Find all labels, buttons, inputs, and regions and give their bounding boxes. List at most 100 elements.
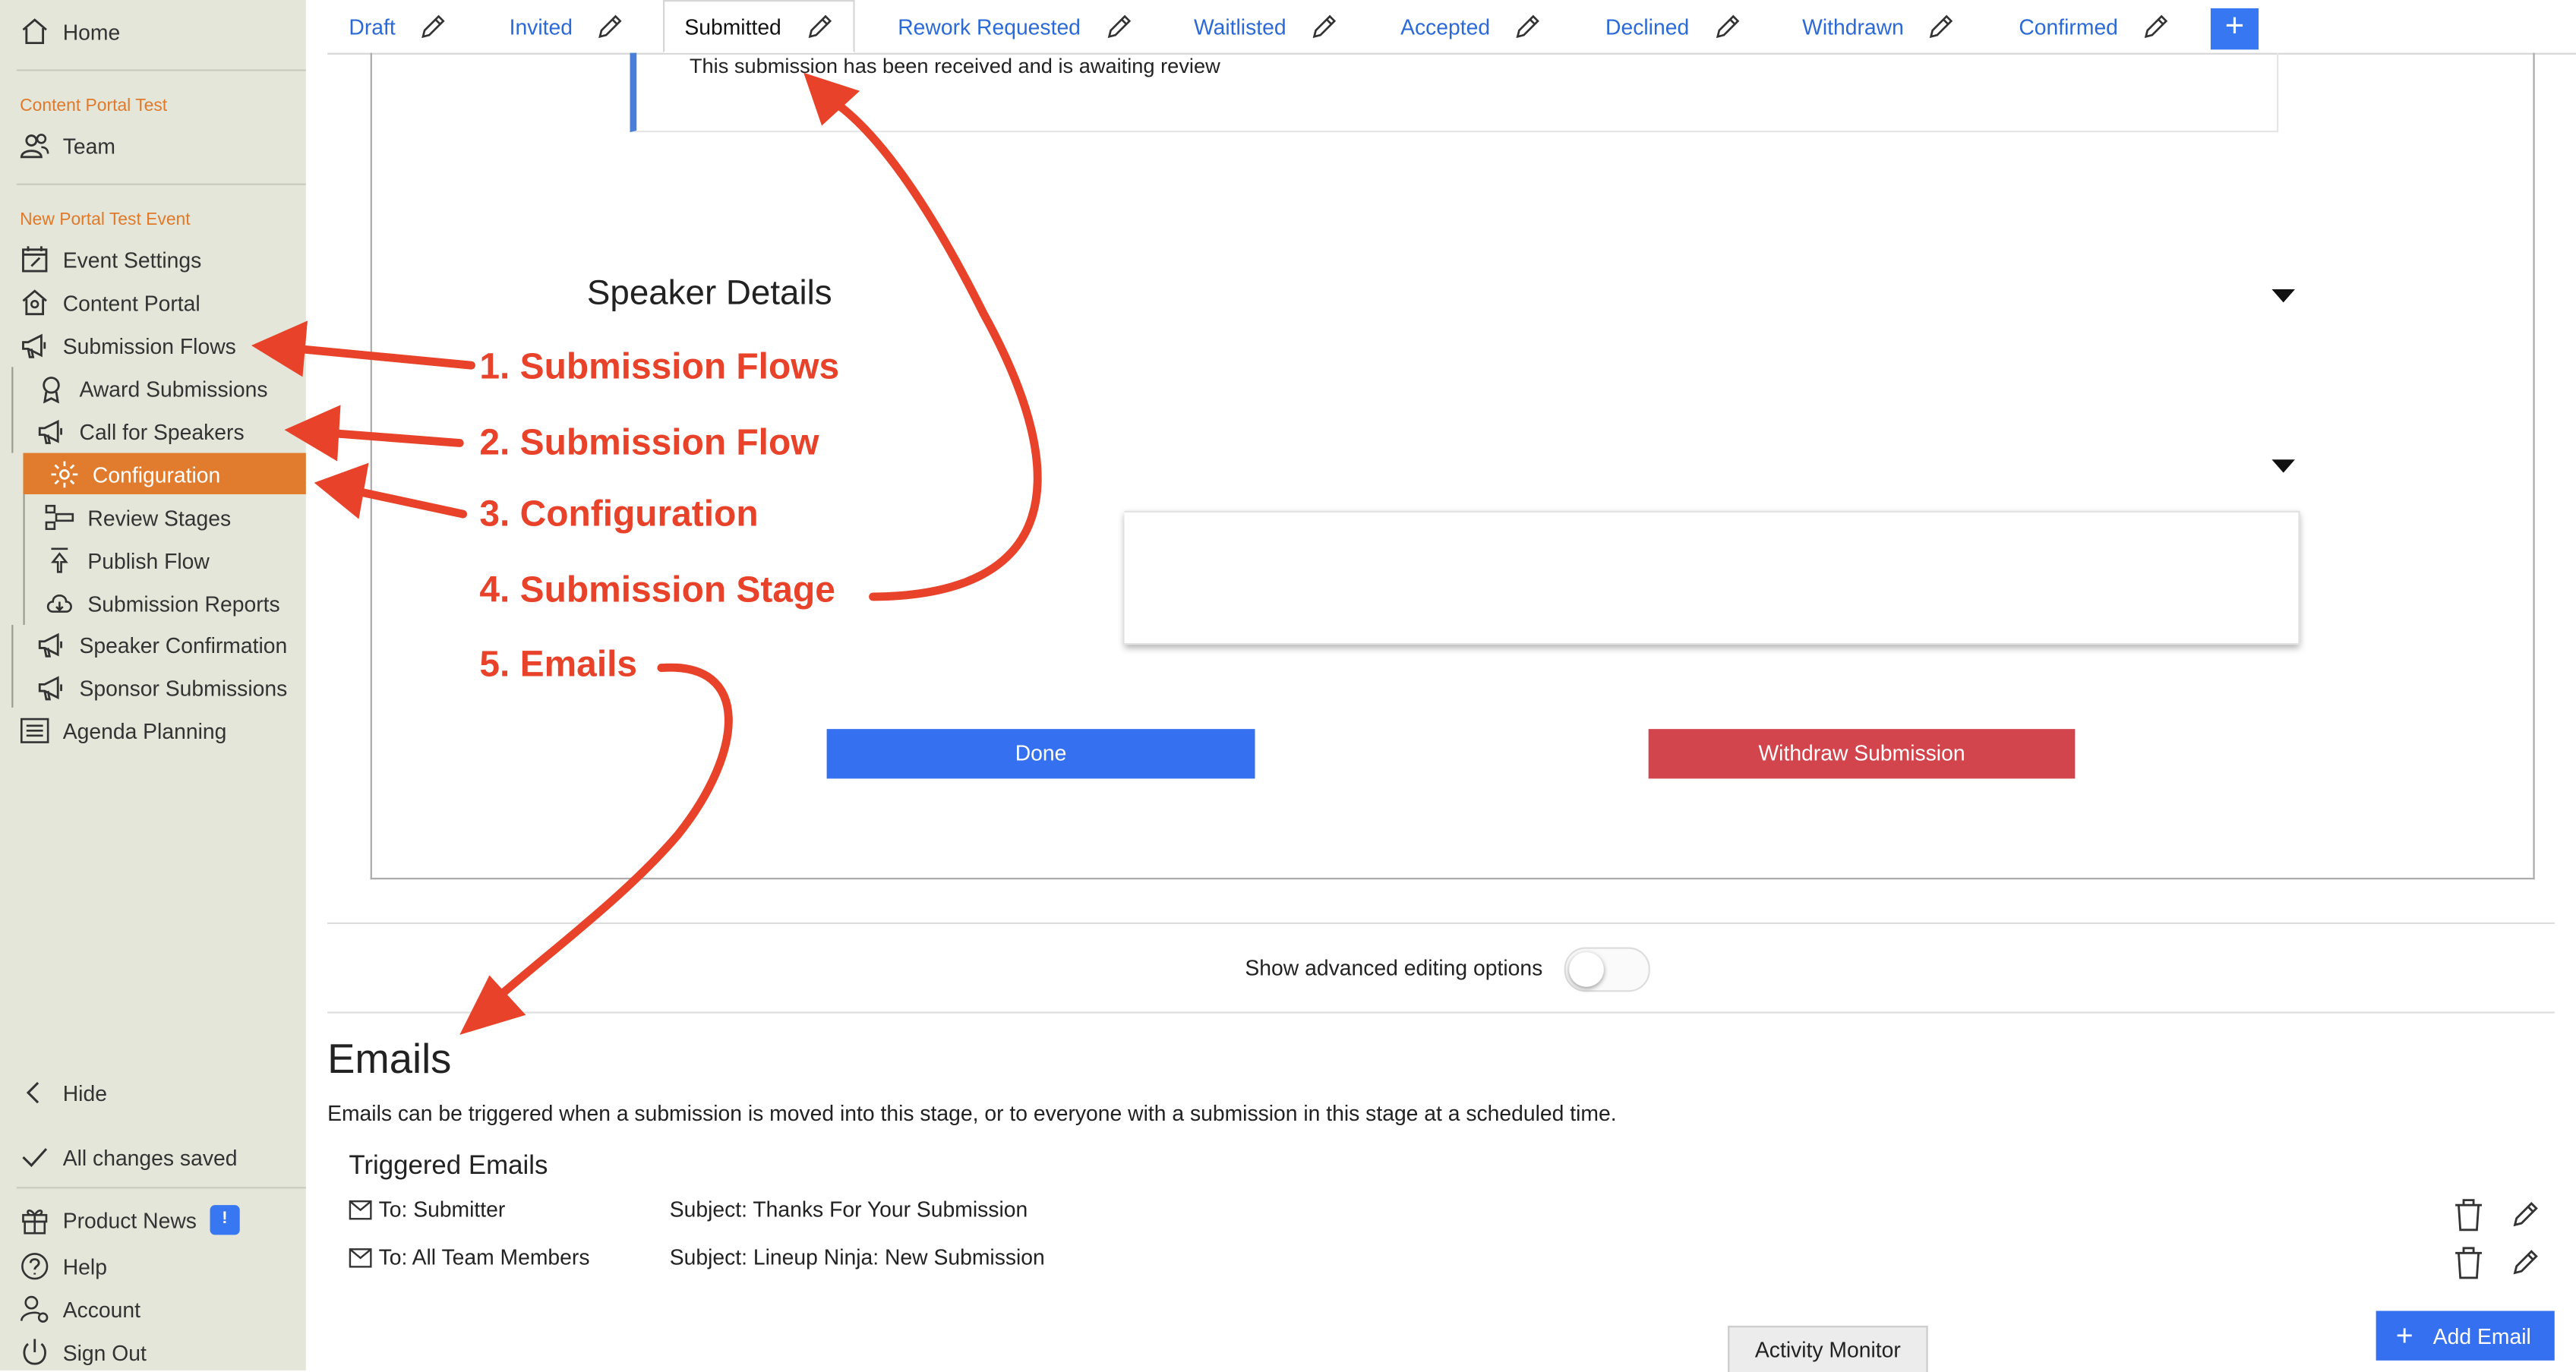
trash-icon[interactable] [2454, 1247, 2483, 1280]
pencil-icon[interactable] [418, 12, 447, 40]
sidebar-item-event-settings[interactable]: Event Settings [20, 244, 201, 274]
email-to: To: All Team Members [378, 1244, 590, 1270]
sidebar-item-sign-out[interactable]: Sign Out [20, 1337, 147, 1367]
pencil-icon[interactable] [1103, 12, 1132, 40]
tab-accepted[interactable]: Accepted [1400, 0, 1542, 53]
sidebar-item-label: Event Settings [62, 247, 202, 273]
sidebar-item-home[interactable]: Home [20, 17, 120, 46]
sidebar-item-submission-reports[interactable]: Submission Reports [45, 588, 280, 618]
sidebar-item-agenda-planning[interactable]: Agenda Planning [20, 716, 226, 746]
withdraw-submission-button[interactable]: Withdraw Submission [1648, 729, 2076, 779]
advanced-options-toggle[interactable] [1564, 947, 1650, 992]
add-email-button[interactable]: + Add Email [2376, 1310, 2555, 1361]
tab-confirmed[interactable]: Confirmed [2019, 0, 2169, 53]
tab-label: Submitted [684, 14, 781, 39]
pencil-icon[interactable] [2141, 12, 2169, 40]
sidebar-section-title: New Portal Test Event [20, 210, 191, 230]
sidebar-item-label: Submission Reports [87, 591, 280, 617]
sidebar-item-help[interactable]: Help [20, 1251, 107, 1281]
tab-label: Waitlisted [1193, 14, 1286, 39]
sidebar-item-configuration[interactable]: Configuration [49, 459, 220, 489]
tab-label: Rework Requested [898, 14, 1081, 39]
pencil-icon[interactable] [1713, 12, 1741, 40]
stage-message-box: This submission has been received and is… [630, 52, 2279, 133]
tab-label: Draft [349, 14, 396, 39]
tab-rework-requested[interactable]: Rework Requested [898, 0, 1132, 53]
tab-label: Declined [1605, 14, 1690, 39]
activity-monitor-button[interactable]: Activity Monitor [1728, 1326, 1928, 1372]
tab-waitlisted[interactable]: Waitlisted [1194, 0, 1337, 53]
sidebar-item-speaker-confirmation[interactable]: Speaker Confirmation [36, 630, 287, 660]
sidebar-item-label: Help [62, 1254, 107, 1279]
stages-icon [45, 504, 74, 531]
home-icon [22, 18, 47, 45]
power-icon [23, 1339, 46, 1365]
pencil-icon[interactable] [2510, 1198, 2540, 1232]
sidebar-item-review-stages[interactable]: Review Stages [45, 503, 231, 532]
hide-sidebar-button[interactable]: Hide [20, 1078, 107, 1108]
sidebar-item-label: Publish Flow [87, 547, 210, 573]
tab-declined[interactable]: Declined [1605, 0, 1741, 53]
sidebar-item-label: Submission Flows [62, 333, 236, 358]
emails-description: Emails can be triggered when a submissio… [327, 1101, 1617, 1126]
user-gear-icon [20, 1295, 49, 1323]
tree-line [11, 624, 14, 708]
sidebar-item-label: Account [62, 1297, 141, 1322]
calendar-edit-icon [22, 246, 48, 273]
envelope-icon [349, 1247, 372, 1267]
arrow-head-5 [459, 975, 526, 1035]
pencil-icon[interactable] [1927, 12, 1955, 40]
caret-down-icon[interactable] [2271, 289, 2295, 303]
pencil-icon[interactable] [1514, 12, 1542, 40]
gear-icon [51, 461, 78, 488]
sidebar-item-call-for-speakers[interactable]: Call for Speakers [36, 417, 245, 446]
sidebar-item-submission-flows[interactable]: Submission Flows [20, 330, 236, 360]
sidebar-item-label: Sign Out [62, 1339, 147, 1365]
annotation-4: 4. Submission Stage [479, 568, 835, 610]
sidebar-item-label: Call for Speakers [79, 418, 245, 444]
save-status-label: All changes saved [62, 1144, 238, 1170]
pencil-icon[interactable] [595, 12, 623, 40]
sidebar-item-label: Review Stages [87, 505, 232, 530]
stage-preview-panel [370, 52, 2535, 880]
tab-label: Invited [509, 14, 573, 39]
caret-down-icon[interactable] [2271, 459, 2295, 473]
done-button[interactable]: Done [826, 729, 1255, 779]
sidebar-divider [16, 69, 306, 71]
sidebar-item-label: Configuration [92, 462, 221, 487]
stage-message: This submission has been received and is… [689, 54, 1220, 78]
pencil-icon[interactable] [2510, 1247, 2540, 1280]
tree-line [11, 367, 14, 453]
pencil-icon[interactable] [804, 12, 832, 40]
sidebar-item-team[interactable]: Team [20, 131, 115, 160]
help-icon [21, 1253, 49, 1280]
add-stage-button[interactable]: + [2210, 8, 2259, 50]
tab-withdrawn[interactable]: Withdrawn [1802, 0, 1955, 53]
annotation-2: 2. Submission Flow [479, 421, 819, 463]
divider [327, 1011, 2555, 1014]
annotation-1: 1. Submission Flows [479, 345, 840, 387]
sidebar-divider [16, 183, 306, 185]
megaphone-icon [38, 632, 62, 658]
sidebar-item-label: Agenda Planning [62, 718, 227, 743]
sidebar-item-content-portal[interactable]: Content Portal [20, 288, 200, 317]
email-subject: Subject: Thanks For Your Submission [669, 1197, 1028, 1222]
hide-label: Hide [62, 1080, 107, 1105]
sidebar-item-label: Product News [62, 1207, 197, 1233]
tab-label: Confirmed [2019, 14, 2118, 39]
sidebar-item-label: Speaker Confirmation [79, 632, 288, 658]
tab-submitted[interactable]: Submitted [663, 0, 854, 53]
sidebar-item-publish-flow[interactable]: Publish Flow [45, 545, 210, 575]
pencil-icon[interactable] [1309, 12, 1337, 40]
tab-draft[interactable]: Draft [349, 0, 447, 53]
sidebar: Home Content Portal Test Team New Portal… [0, 0, 306, 1370]
trash-icon[interactable] [2454, 1198, 2483, 1232]
sidebar-item-product-news[interactable]: Product News ! [20, 1205, 240, 1235]
sidebar-item-sponsor-submissions[interactable]: Sponsor Submissions [36, 673, 287, 702]
sidebar-item-account[interactable]: Account [20, 1295, 140, 1324]
portal-home-icon [22, 289, 47, 316]
tab-invited[interactable]: Invited [510, 0, 624, 53]
check-icon [22, 1148, 48, 1168]
users-icon [20, 134, 49, 159]
sidebar-item-award-submissions[interactable]: Award Submissions [36, 374, 268, 404]
